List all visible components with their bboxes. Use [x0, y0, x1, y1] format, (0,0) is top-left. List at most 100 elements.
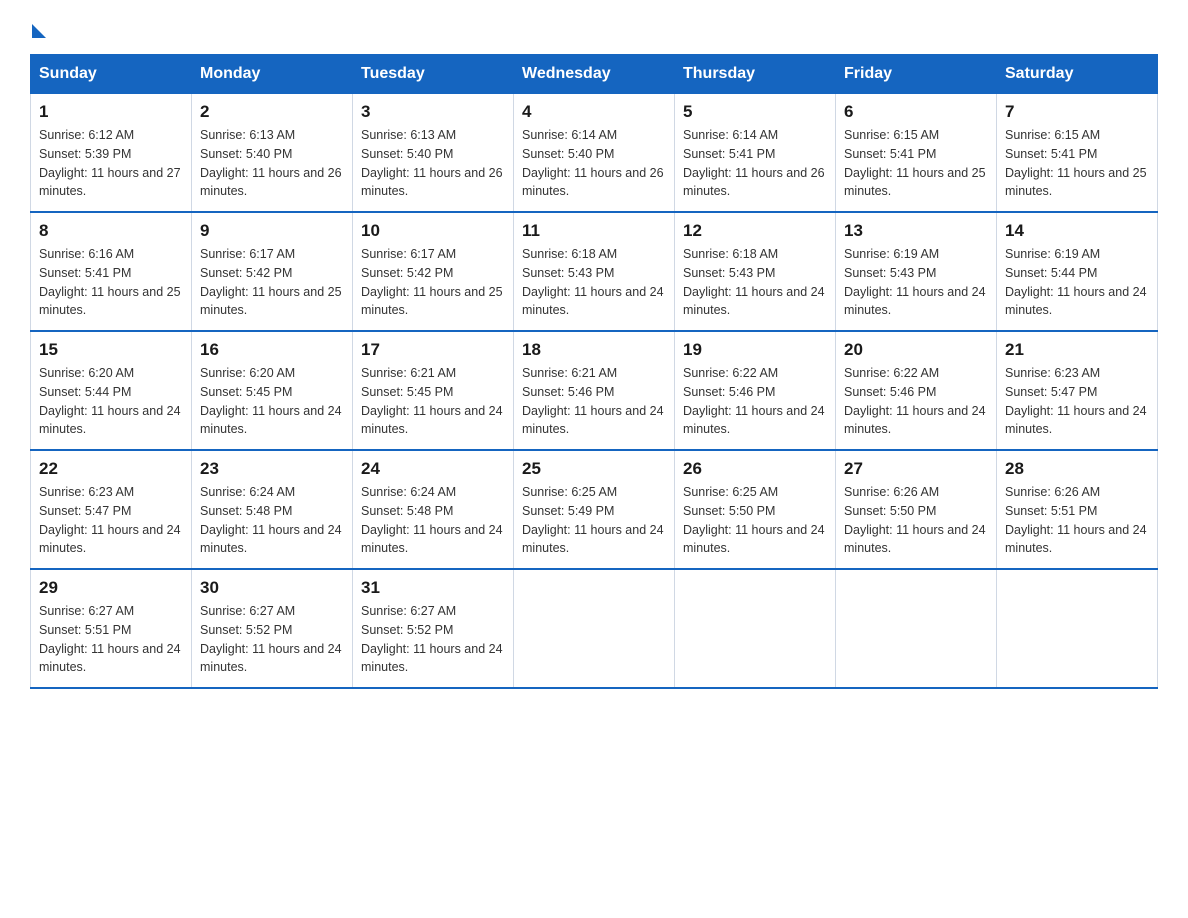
col-header-tuesday: Tuesday — [353, 55, 514, 94]
day-number: 12 — [683, 221, 827, 241]
calendar-week-row: 15 Sunrise: 6:20 AMSunset: 5:44 PMDayligh… — [31, 331, 1158, 450]
day-info: Sunrise: 6:22 AMSunset: 5:46 PMDaylight:… — [844, 364, 988, 439]
day-number: 3 — [361, 102, 505, 122]
day-info: Sunrise: 6:20 AMSunset: 5:45 PMDaylight:… — [200, 364, 344, 439]
table-row: 4Sunrise: 6:14 AMSunset: 5:40 PMDaylight… — [514, 94, 675, 213]
day-info: Sunrise: 6:27 AMSunset: 5:51 PMDaylight:… — [39, 602, 183, 677]
day-number: 1 — [39, 102, 183, 122]
day-number: 21 — [1005, 340, 1149, 360]
day-info: Sunrise: 6:20 AMSunset: 5:44 PMDaylight:… — [39, 364, 183, 439]
day-number: 27 — [844, 459, 988, 479]
day-number: 10 — [361, 221, 505, 241]
day-number: 28 — [1005, 459, 1149, 479]
table-row: 8Sunrise: 6:16 AMSunset: 5:41 PMDaylight… — [31, 212, 192, 331]
day-info: Sunrise: 6:19 AMSunset: 5:44 PMDaylight:… — [1005, 245, 1149, 320]
table-row: 25 Sunrise: 6:25 AMSunset: 5:49 PMDayligh… — [514, 450, 675, 569]
day-info: Sunrise: 6:14 AMSunset: 5:41 PMDaylight:… — [683, 126, 827, 201]
table-row: 28 Sunrise: 6:26 AMSunset: 5:51 PMDayligh… — [997, 450, 1158, 569]
table-row: 1 Sunrise: 6:12 AMSunset: 5:39 PMDaylight… — [31, 94, 192, 213]
day-info: Sunrise: 6:18 AMSunset: 5:43 PMDaylight:… — [683, 245, 827, 320]
day-number: 6 — [844, 102, 988, 122]
calendar-table: SundayMondayTuesdayWednesdayThursdayFrid… — [30, 54, 1158, 689]
day-number: 19 — [683, 340, 827, 360]
day-number: 30 — [200, 578, 344, 598]
day-info: Sunrise: 6:25 AMSunset: 5:50 PMDaylight:… — [683, 483, 827, 558]
day-info: Sunrise: 6:21 AMSunset: 5:45 PMDaylight:… — [361, 364, 505, 439]
table-row: 3 Sunrise: 6:13 AMSunset: 5:40 PMDaylight… — [353, 94, 514, 213]
col-header-wednesday: Wednesday — [514, 55, 675, 94]
table-row: 10 Sunrise: 6:17 AMSunset: 5:42 PMDayligh… — [353, 212, 514, 331]
col-header-thursday: Thursday — [675, 55, 836, 94]
day-number: 4 — [522, 102, 666, 122]
day-number: 7 — [1005, 102, 1149, 122]
table-row: 16 Sunrise: 6:20 AMSunset: 5:45 PMDayligh… — [192, 331, 353, 450]
day-info: Sunrise: 6:24 AMSunset: 5:48 PMDaylight:… — [200, 483, 344, 558]
day-info: Sunrise: 6:24 AMSunset: 5:48 PMDaylight:… — [361, 483, 505, 558]
page-header — [30, 20, 1158, 34]
table-row: 27 Sunrise: 6:26 AMSunset: 5:50 PMDayligh… — [836, 450, 997, 569]
calendar-header-row: SundayMondayTuesdayWednesdayThursdayFrid… — [31, 55, 1158, 94]
day-info: Sunrise: 6:27 AMSunset: 5:52 PMDaylight:… — [361, 602, 505, 677]
table-row: 31 Sunrise: 6:27 AMSunset: 5:52 PMDayligh… — [353, 569, 514, 688]
day-info: Sunrise: 6:23 AMSunset: 5:47 PMDaylight:… — [39, 483, 183, 558]
table-row — [997, 569, 1158, 688]
day-number: 9 — [200, 221, 344, 241]
table-row: 21 Sunrise: 6:23 AMSunset: 5:47 PMDayligh… — [997, 331, 1158, 450]
table-row: 2Sunrise: 6:13 AMSunset: 5:40 PMDaylight… — [192, 94, 353, 213]
day-info: Sunrise: 6:18 AMSunset: 5:43 PMDaylight:… — [522, 245, 666, 320]
calendar-week-row: 29 Sunrise: 6:27 AMSunset: 5:51 PMDayligh… — [31, 569, 1158, 688]
day-number: 24 — [361, 459, 505, 479]
col-header-friday: Friday — [836, 55, 997, 94]
table-row: 11 Sunrise: 6:18 AMSunset: 5:43 PMDayligh… — [514, 212, 675, 331]
day-number: 8 — [39, 221, 183, 241]
table-row: 13 Sunrise: 6:19 AMSunset: 5:43 PMDayligh… — [836, 212, 997, 331]
day-info: Sunrise: 6:19 AMSunset: 5:43 PMDaylight:… — [844, 245, 988, 320]
day-info: Sunrise: 6:15 AMSunset: 5:41 PMDaylight:… — [1005, 126, 1149, 201]
day-info: Sunrise: 6:13 AMSunset: 5:40 PMDaylight:… — [361, 126, 505, 201]
calendar-week-row: 1 Sunrise: 6:12 AMSunset: 5:39 PMDaylight… — [31, 94, 1158, 213]
day-number: 16 — [200, 340, 344, 360]
day-number: 22 — [39, 459, 183, 479]
table-row: 30 Sunrise: 6:27 AMSunset: 5:52 PMDayligh… — [192, 569, 353, 688]
table-row: 20 Sunrise: 6:22 AMSunset: 5:46 PMDayligh… — [836, 331, 997, 450]
day-number: 17 — [361, 340, 505, 360]
day-number: 5 — [683, 102, 827, 122]
day-number: 14 — [1005, 221, 1149, 241]
day-number: 15 — [39, 340, 183, 360]
day-number: 29 — [39, 578, 183, 598]
day-number: 25 — [522, 459, 666, 479]
table-row: 22 Sunrise: 6:23 AMSunset: 5:47 PMDayligh… — [31, 450, 192, 569]
col-header-sunday: Sunday — [31, 55, 192, 94]
day-info: Sunrise: 6:17 AMSunset: 5:42 PMDaylight:… — [200, 245, 344, 320]
table-row: 29 Sunrise: 6:27 AMSunset: 5:51 PMDayligh… — [31, 569, 192, 688]
calendar-week-row: 22 Sunrise: 6:23 AMSunset: 5:47 PMDayligh… — [31, 450, 1158, 569]
day-info: Sunrise: 6:15 AMSunset: 5:41 PMDaylight:… — [844, 126, 988, 201]
day-info: Sunrise: 6:27 AMSunset: 5:52 PMDaylight:… — [200, 602, 344, 677]
day-info: Sunrise: 6:23 AMSunset: 5:47 PMDaylight:… — [1005, 364, 1149, 439]
calendar-week-row: 8Sunrise: 6:16 AMSunset: 5:41 PMDaylight… — [31, 212, 1158, 331]
day-info: Sunrise: 6:26 AMSunset: 5:51 PMDaylight:… — [1005, 483, 1149, 558]
table-row: 26 Sunrise: 6:25 AMSunset: 5:50 PMDayligh… — [675, 450, 836, 569]
day-info: Sunrise: 6:17 AMSunset: 5:42 PMDaylight:… — [361, 245, 505, 320]
day-number: 26 — [683, 459, 827, 479]
table-row: 18 Sunrise: 6:21 AMSunset: 5:46 PMDayligh… — [514, 331, 675, 450]
col-header-monday: Monday — [192, 55, 353, 94]
day-number: 20 — [844, 340, 988, 360]
day-number: 2 — [200, 102, 344, 122]
day-info: Sunrise: 6:21 AMSunset: 5:46 PMDaylight:… — [522, 364, 666, 439]
day-info: Sunrise: 6:25 AMSunset: 5:49 PMDaylight:… — [522, 483, 666, 558]
logo-arrow-icon — [32, 24, 46, 38]
day-info: Sunrise: 6:12 AMSunset: 5:39 PMDaylight:… — [39, 126, 183, 201]
day-info: Sunrise: 6:26 AMSunset: 5:50 PMDaylight:… — [844, 483, 988, 558]
table-row: 24 Sunrise: 6:24 AMSunset: 5:48 PMDayligh… — [353, 450, 514, 569]
day-number: 11 — [522, 221, 666, 241]
day-number: 18 — [522, 340, 666, 360]
day-number: 31 — [361, 578, 505, 598]
logo — [30, 20, 46, 34]
table-row: 9 Sunrise: 6:17 AMSunset: 5:42 PMDaylight… — [192, 212, 353, 331]
table-row: 23Sunrise: 6:24 AMSunset: 5:48 PMDayligh… — [192, 450, 353, 569]
table-row — [514, 569, 675, 688]
table-row — [836, 569, 997, 688]
day-number: 13 — [844, 221, 988, 241]
table-row: 17 Sunrise: 6:21 AMSunset: 5:45 PMDayligh… — [353, 331, 514, 450]
